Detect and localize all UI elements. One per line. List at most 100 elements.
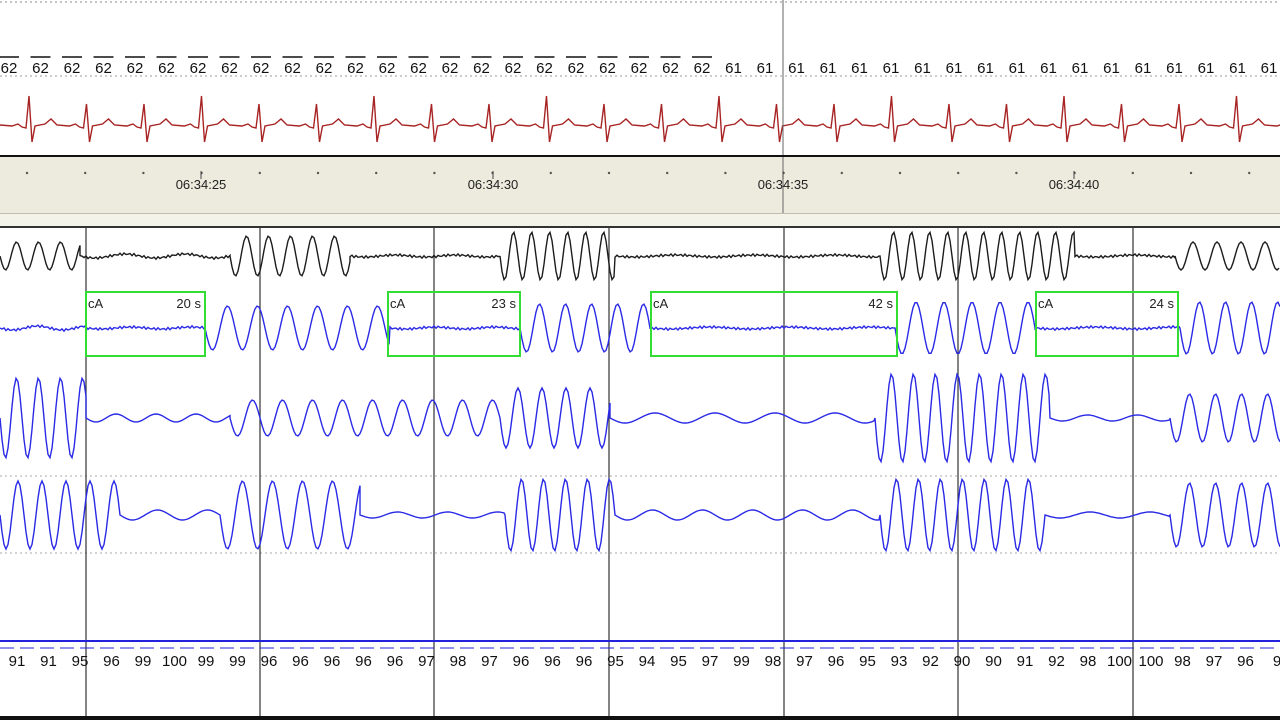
spo2-value: 95: [670, 653, 687, 670]
spo2-value: 96: [103, 653, 120, 670]
hr-value: 61: [977, 60, 994, 77]
hr-value: 62: [347, 60, 364, 77]
spo2-value: 98: [765, 653, 782, 670]
spo2-value: 97: [481, 653, 498, 670]
spo2-value: 91: [9, 653, 26, 670]
ruler-tick: [724, 171, 727, 175]
spo2-value: 98: [450, 653, 467, 670]
spo2-value: 97: [702, 653, 719, 670]
spo2-value: 97: [418, 653, 435, 670]
spo2-value: 96: [387, 653, 404, 670]
hr-value: 61: [1135, 60, 1152, 77]
spo2-value: 93: [891, 653, 908, 670]
spo2-value: 9: [1273, 653, 1280, 670]
ruler-tick: [549, 171, 552, 175]
ruler-time-label: 06:34:30: [468, 177, 519, 192]
event-duration-label: 20 s: [176, 296, 201, 311]
spo2-value: 96: [292, 653, 309, 670]
event-type-label: cA: [390, 296, 406, 311]
spo2-value: 96: [513, 653, 530, 670]
hr-value: 61: [788, 60, 805, 77]
hr-value: 62: [442, 60, 459, 77]
ruler-tick: [433, 171, 436, 175]
ruler-tick: [1248, 171, 1251, 175]
ruler-tick: [607, 171, 611, 175]
spo2-value: 96: [1237, 653, 1254, 670]
spo2-value: 92: [1048, 653, 1065, 670]
ruler-tick: [316, 171, 320, 175]
hr-value: 61: [1009, 60, 1026, 77]
ruler-tick: [142, 171, 145, 175]
hr-value: 61: [820, 60, 837, 77]
ruler-tick: [840, 171, 843, 175]
spo2-value: 96: [576, 653, 593, 670]
spo2-value: 96: [261, 653, 278, 670]
ruler-time-label: 06:34:40: [1049, 177, 1100, 192]
heart-rate-panel: 62 62 62 62 62 62 62 62 62 62 62 62 62 62 62 62 62 62 62 62…: [0, 0, 1280, 157]
hr-value: 61: [757, 60, 774, 77]
ruler-tick: [1189, 171, 1193, 175]
event-type-label: cA: [1038, 296, 1054, 311]
ruler-tick: [666, 171, 669, 175]
spo2-value: 99: [229, 653, 246, 670]
hr-value: 62: [32, 60, 49, 77]
ruler-tick: [84, 171, 87, 175]
event-duration-label: 42 s: [868, 296, 893, 311]
spo2-value: 94: [639, 653, 656, 670]
hr-value: 62: [599, 60, 616, 77]
hr-value: 62: [316, 60, 333, 77]
bottom-border: [0, 716, 1280, 720]
hr-value: 62: [568, 60, 585, 77]
spo2-value: 99: [733, 653, 750, 670]
hr-value: 61: [725, 60, 742, 77]
hr-value: 62: [158, 60, 175, 77]
spo2-value: 95: [859, 653, 876, 670]
hr-value: 61: [1166, 60, 1183, 77]
signal-panel[interactable]: cA 20 s cA 23 s cA 42 s cA 24 s 91 91 95 96 99 100 99 9…: [0, 228, 1280, 720]
signal-canvas: cA 20 s cA 23 s cA 42 s cA 24 s91 91 95 96 99 100 99 9…: [0, 228, 1280, 720]
hr-value: 61: [1261, 60, 1278, 77]
spo2-value: 96: [828, 653, 845, 670]
event-duration-label: 24 s: [1149, 296, 1174, 311]
hr-value: 62: [253, 60, 270, 77]
hr-value: 61: [1072, 60, 1089, 77]
hr-value: 62: [64, 60, 81, 77]
spo2-value: 100: [162, 653, 187, 670]
spo2-value: 95: [72, 653, 89, 670]
chest-effort-trace: [0, 477, 1280, 553]
hr-value: 62: [95, 60, 112, 77]
spo2-value: 98: [1080, 653, 1097, 670]
spo2-value: 96: [324, 653, 341, 670]
spo2-value: 90: [954, 653, 971, 670]
hr-value: 62: [694, 60, 711, 77]
ruler-tick: [1131, 171, 1135, 175]
hr-value: 62: [505, 60, 522, 77]
time-ruler-canvas: 06:34:25 06:34:30 06:34:35 06:34:40: [25, 157, 1251, 213]
abdominal-effort-trace: [0, 372, 1280, 464]
hr-value: 62: [127, 60, 144, 77]
hr-value: 62: [536, 60, 553, 77]
event-type-label: cA: [88, 296, 104, 311]
ruler-tick: [1015, 171, 1018, 175]
hr-value: 61: [1198, 60, 1215, 77]
hr-value: 62: [221, 60, 238, 77]
spo2-value: 97: [1206, 653, 1223, 670]
spo2-value: 100: [1138, 653, 1163, 670]
hr-value: 61: [914, 60, 931, 77]
spo2-value: 99: [135, 653, 152, 670]
spo2-value: 98: [1174, 653, 1191, 670]
hr-value: 62: [379, 60, 396, 77]
apnea-event-box[interactable]: [650, 291, 898, 357]
spo2-value: 95: [607, 653, 624, 670]
spo2-value: 96: [544, 653, 561, 670]
ruler-tick: [898, 171, 902, 175]
event-type-label: cA: [653, 296, 669, 311]
hr-value: 62: [284, 60, 301, 77]
spo2-value: 100: [1107, 653, 1132, 670]
panel-divider[interactable]: [0, 214, 1280, 228]
ruler-time-label: 06:34:35: [758, 177, 809, 192]
hr-value: 62: [473, 60, 490, 77]
time-ruler[interactable]: 06:34:25 06:34:30 06:34:35 06:34:40: [0, 157, 1280, 214]
hr-value: 61: [883, 60, 900, 77]
hr-value: 62: [190, 60, 207, 77]
